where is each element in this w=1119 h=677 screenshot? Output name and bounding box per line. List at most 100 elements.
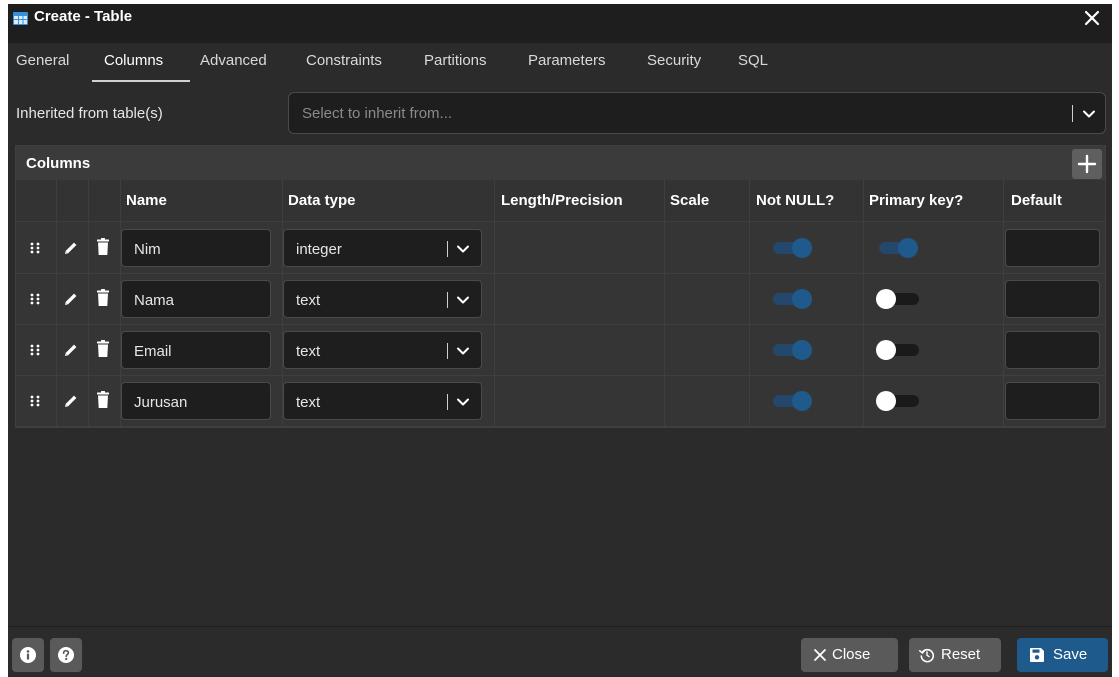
drag-handle-icon[interactable] [28,292,42,306]
help-button[interactable] [50,638,82,672]
tab-partitions[interactable]: Partitions [424,52,487,69]
header-name: Name [126,192,167,209]
inherit-label: Inherited from table(s) [16,105,163,122]
dialog-titlebar[interactable]: Create - Table [8,4,1112,43]
tab-constraints[interactable]: Constraints [306,52,382,69]
tab-general[interactable]: General [16,52,69,69]
add-column-button[interactable] [1072,149,1102,179]
close-button[interactable]: Close [801,638,898,672]
dialog-title: Create - Table [34,8,133,25]
toggle-off-icon [876,391,919,411]
columns-panel: Columns Name Data type Length/Precision … [15,145,1106,428]
data-type-select[interactable]: text [283,382,482,420]
toggle-on-icon [773,391,812,411]
default-value-input[interactable] [1005,331,1100,369]
close-label: Close [832,646,871,663]
chevron-down-icon [457,245,469,253]
edit-icon[interactable] [63,291,79,307]
table-icon [13,12,28,25]
trash-icon[interactable] [96,340,110,358]
primary-key-toggle[interactable] [874,339,924,361]
reset-icon [919,648,935,663]
not-null-toggle[interactable] [768,339,818,361]
edit-icon[interactable] [63,240,79,256]
header-primary-key: Primary key? [869,192,964,209]
column-name-value: Jurusan [134,394,188,411]
column-name-input[interactable]: Jurusan [121,382,271,420]
column-name-input[interactable]: Email [121,331,271,369]
create-table-dialog: Create - Table General Columns Advanced … [8,4,1112,677]
tab-security[interactable]: Security [647,52,701,69]
table-row: Jurusan text [16,376,1105,427]
data-type-select[interactable]: text [283,331,482,369]
primary-key-toggle[interactable] [874,237,924,259]
table-row: Nim integer [16,223,1105,274]
default-value-input[interactable] [1005,229,1100,267]
columns-title: Columns [26,155,91,172]
toggle-on-icon [773,289,812,309]
close-icon[interactable] [1082,8,1102,28]
data-type-select[interactable]: integer [283,229,482,267]
data-type-value: text [296,292,321,309]
save-button[interactable]: Save [1017,638,1108,672]
save-icon [1030,648,1044,662]
table-row: Nama text [16,274,1105,325]
active-tab-indicator [92,80,190,82]
chevron-down-icon [457,398,469,406]
column-name-value: Email [134,343,172,360]
info-icon [20,647,36,663]
edit-icon[interactable] [63,342,79,358]
column-name-input[interactable]: Nim [121,229,271,267]
not-null-toggle[interactable] [768,390,818,412]
select-separator [447,343,448,359]
chevron-down-icon[interactable] [1082,107,1096,121]
columns-header: Columns [16,146,1105,180]
column-name-input[interactable]: Nama [121,280,271,318]
chevron-down-icon [457,347,469,355]
tab-advanced[interactable]: Advanced [200,52,267,69]
columns-grid-header: Name Data type Length/Precision Scale No… [16,180,1105,222]
reset-button[interactable]: Reset [909,638,1001,672]
data-type-value: integer [296,241,342,258]
help-icon [58,647,74,663]
table-row: Email text [16,325,1105,376]
data-type-select[interactable]: text [283,280,482,318]
primary-key-toggle[interactable] [874,390,924,412]
header-scale: Scale [670,192,710,209]
drag-handle-icon[interactable] [28,241,42,255]
header-not-null: Not NULL? [756,192,835,209]
toggle-off-icon [876,289,919,309]
primary-key-toggle[interactable] [874,288,924,310]
toggle-on-icon [773,340,812,360]
chevron-down-icon [457,296,469,304]
column-name-value: Nim [134,241,161,258]
save-label: Save [1053,646,1088,663]
select-separator [1072,105,1073,122]
header-data-type: Data type [288,192,356,209]
toggle-off-icon [876,340,919,360]
inherit-select[interactable]: Select to inherit from... [288,92,1106,134]
trash-icon[interactable] [96,289,110,307]
edit-icon[interactable] [63,393,79,409]
not-null-toggle[interactable] [768,288,818,310]
header-default: Default [1011,192,1062,209]
column-name-value: Nama [134,292,175,309]
default-value-input[interactable] [1005,280,1100,318]
dialog-footer: Close Reset Save [8,626,1112,677]
toggle-on-icon [773,238,812,258]
trash-icon[interactable] [96,391,110,409]
tab-sql[interactable]: SQL [738,52,768,69]
trash-icon[interactable] [96,238,110,256]
tab-columns[interactable]: Columns [104,52,163,69]
drag-handle-icon[interactable] [28,343,42,357]
tab-parameters[interactable]: Parameters [528,52,606,69]
info-button[interactable] [12,638,44,672]
default-value-input[interactable] [1005,382,1100,420]
not-null-toggle[interactable] [768,237,818,259]
select-separator [447,394,448,410]
select-separator [447,292,448,308]
tab-bar: General Columns Advanced Constraints Par… [8,43,1112,83]
drag-handle-icon[interactable] [28,394,42,408]
inherit-placeholder: Select to inherit from... [302,105,453,122]
reset-label: Reset [941,646,981,663]
